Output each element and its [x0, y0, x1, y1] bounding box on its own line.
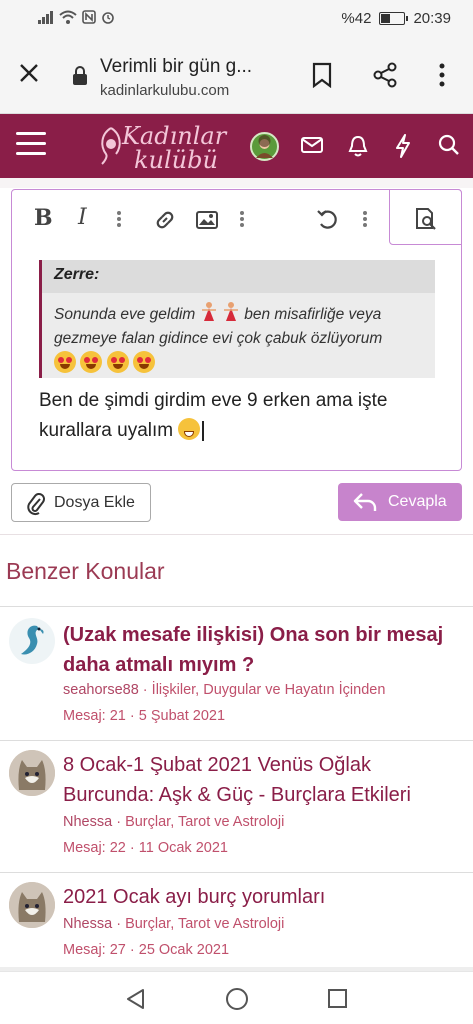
menu-button[interactable]	[16, 132, 46, 162]
home-button[interactable]	[226, 988, 248, 1010]
quote-text-part1: Sonunda eve geldim	[54, 306, 196, 323]
topic-author[interactable]: Nhessa	[63, 916, 112, 932]
quote-body: Sonunda eve geldim ben misafirliğe veya …	[42, 293, 435, 377]
site-logo[interactable]: Kadınlar kulübü	[96, 120, 226, 174]
system-nav-bar	[0, 971, 473, 1024]
topic-forum[interactable]: Burçlar, Tarot ve Astroloji	[125, 814, 284, 830]
avatar[interactable]	[9, 618, 55, 664]
share-icon[interactable]	[372, 62, 398, 88]
avatar[interactable]	[9, 750, 55, 796]
seahorse-avatar-icon	[21, 625, 44, 655]
heart-eyes-emoji-icon	[54, 351, 76, 373]
cat-avatar-icon	[9, 882, 55, 928]
list-separator	[0, 606, 473, 607]
content-top-strip	[0, 178, 473, 188]
topic-stats: Mesaj: 21 · 5 Şubat 2021	[63, 708, 226, 724]
topic-title[interactable]: 2021 Ocak ayı burç yorumları	[63, 882, 463, 912]
alarm-icon	[102, 12, 114, 24]
reply-text-input[interactable]: Ben de şimdi girdim eve 9 erken ama işte…	[39, 386, 439, 446]
topic-meta: Nhessa · Burçlar, Tarot ve Astroloji	[63, 916, 285, 932]
cat-avatar-icon	[9, 750, 55, 796]
topic-title[interactable]: 8 Ocak-1 Şubat 2021 Venüs Oğlak Burcunda…	[63, 750, 463, 810]
battery-percent: %42	[341, 10, 372, 27]
nfc-icon	[82, 10, 96, 24]
paperclip-icon	[27, 493, 45, 516]
mail-icon[interactable]	[300, 134, 324, 156]
attach-file-label: Dosya Ekle	[54, 494, 135, 511]
wifi-icon	[59, 10, 77, 24]
topic-meta: Nhessa · Burçlar, Tarot ve Astroloji	[63, 814, 285, 830]
quote-author: Zerre:	[42, 260, 435, 293]
topic-forum[interactable]: Burçlar, Tarot ve Astroloji	[125, 916, 284, 932]
preview-icon	[416, 208, 436, 230]
close-tab-button[interactable]	[18, 62, 40, 88]
battery-icon	[379, 12, 409, 25]
signal-icon	[38, 11, 53, 24]
more-vert-icon[interactable]	[362, 210, 368, 228]
topic-author[interactable]: Nhessa	[63, 814, 112, 830]
topic-forum[interactable]: İlişkiler, Duygular ve Hayatın İçinden	[152, 682, 386, 698]
user-avatar[interactable]	[250, 132, 279, 161]
status-icons-left	[38, 10, 115, 24]
section-divider	[0, 534, 473, 535]
preview-button[interactable]	[389, 189, 462, 245]
image-icon[interactable]	[195, 210, 219, 230]
topic-meta: seahorse88 · İlişkiler, Duygular ve Haya…	[63, 682, 386, 698]
undo-icon[interactable]	[316, 208, 340, 232]
italic-button[interactable]: I	[78, 207, 87, 229]
site-header: Kadınlar kulübü	[0, 114, 473, 178]
search-icon[interactable]	[438, 134, 460, 156]
editor-toolbar: B I	[12, 189, 462, 246]
lightning-icon[interactable]	[394, 134, 412, 158]
list-separator	[0, 872, 473, 873]
lock-icon	[73, 66, 87, 85]
logo-text-line2: kulübü	[134, 146, 218, 174]
topic-author[interactable]: seahorse88	[63, 682, 139, 698]
close-icon	[20, 64, 38, 82]
status-bar: %42 20:39	[0, 0, 473, 38]
bookmark-icon[interactable]	[311, 62, 333, 88]
more-vert-icon[interactable]	[239, 210, 245, 228]
reply-arrow-icon	[353, 493, 377, 511]
recent-apps-button[interactable]	[328, 989, 347, 1008]
back-icon[interactable]	[125, 988, 147, 1010]
avatar[interactable]	[9, 882, 55, 928]
reply-editor[interactable]: B I Zerre: Sonunda eve geldim ben misafi…	[11, 189, 462, 471]
page-title[interactable]: Verimli bir gün g...	[100, 56, 252, 78]
url-text[interactable]: kadinlarkulubu.com	[100, 82, 229, 99]
clock: 20:39	[413, 10, 451, 27]
heart-eyes-emoji-icon	[132, 351, 155, 373]
text-caret	[202, 420, 204, 441]
reply-button[interactable]: Cevapla	[338, 483, 462, 521]
grin-emoji-icon	[178, 418, 201, 440]
dancer-emoji-icon	[223, 302, 238, 321]
topic-title[interactable]: (Uzak mesafe ilişkisi) Ona son bir mesaj…	[63, 620, 463, 680]
attach-file-button[interactable]: Dosya Ekle	[11, 483, 151, 522]
list-separator	[0, 740, 473, 741]
topic-stats: Mesaj: 22 · 11 Ocak 2021	[63, 840, 228, 856]
status-icons-right: %42 20:39	[341, 10, 451, 27]
topic-stats: Mesaj: 27 · 25 Ocak 2021	[63, 942, 230, 958]
bell-icon[interactable]	[347, 134, 369, 158]
quoted-message: Zerre: Sonunda eve geldim ben misafirliğ…	[39, 260, 435, 378]
reply-text: Ben de şimdi girdim eve 9 erken ama işte…	[39, 390, 388, 441]
browser-toolbar: Verimli bir gün g... kadinlarkulubu.com	[0, 38, 473, 114]
dancer-emoji-icon	[201, 302, 216, 321]
link-icon[interactable]	[153, 209, 177, 231]
more-vert-icon[interactable]	[438, 62, 446, 88]
heart-eyes-emoji-icon	[80, 351, 103, 373]
avatar-image-icon	[256, 135, 273, 158]
reply-label: Cevapla	[388, 493, 447, 510]
heart-eyes-emoji-icon	[106, 351, 129, 373]
similar-topics-heading: Benzer Konular	[6, 558, 165, 584]
more-vert-icon[interactable]	[116, 210, 122, 228]
bold-button[interactable]: B	[34, 207, 53, 229]
